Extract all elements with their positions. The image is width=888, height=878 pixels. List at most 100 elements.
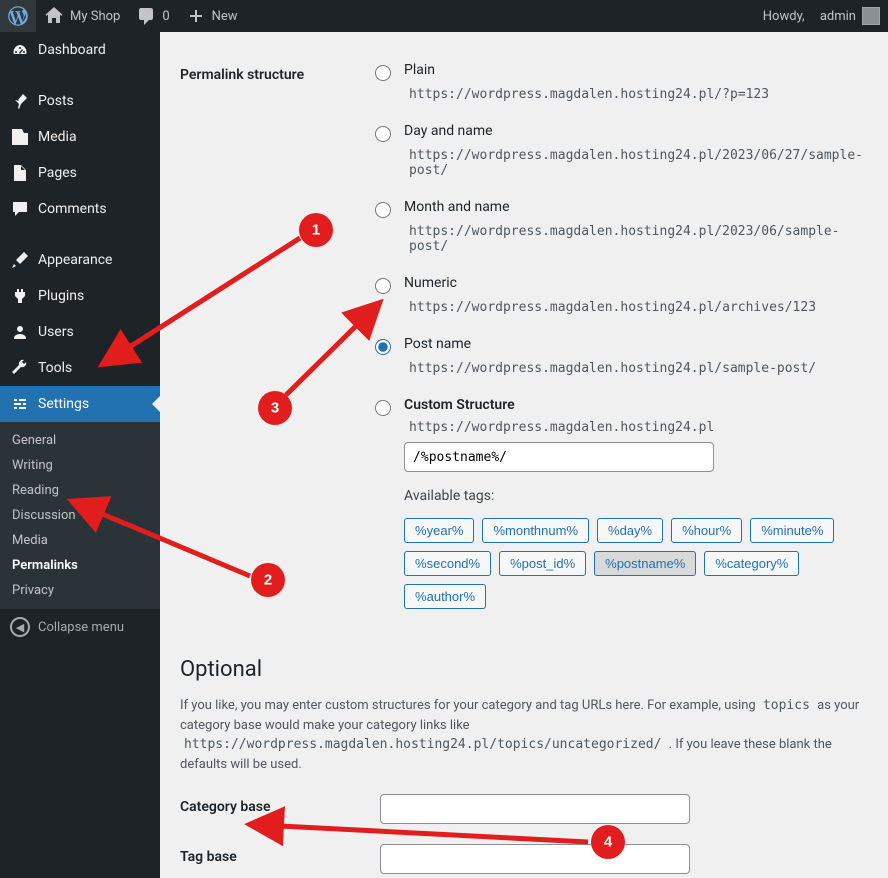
permalink-option-day-name-url: https://wordpress.magdalen.hosting24.pl/… [404,145,868,181]
dashboard-icon [10,40,30,60]
menu-dashboard-label: Dashboard [38,42,106,58]
optional-heading: Optional [180,657,868,682]
tag-base-input[interactable] [380,844,690,874]
permalink-radio-month-name[interactable] [375,202,391,218]
menu-posts-label: Posts [38,93,74,109]
permalink-option-month-name-label: Month and name [404,199,868,215]
permalink-radio-numeric[interactable] [375,278,391,294]
menu-users[interactable]: Users [0,314,160,350]
permalink-radio-day-name[interactable] [375,126,391,142]
submenu-discussion[interactable]: Discussion [0,503,160,528]
main-content: Permalink structure Plain https://wordpr… [160,32,888,878]
permalink-option-postname-label: Post name [404,336,868,352]
permalink-option-numeric-label: Numeric [404,275,868,291]
tag-button-second[interactable]: %second% [404,551,491,576]
comment-icon [136,6,156,26]
permalink-option-plain-label: Plain [404,62,868,78]
submenu-media[interactable]: Media [0,528,160,553]
tag-button-minute[interactable]: %minute% [750,518,834,543]
permalink-option-numeric[interactable]: Numeric https://wordpress.magdalen.hosti… [370,275,868,318]
wordpress-logo-icon [8,6,28,26]
permalink-custom-input[interactable] [404,442,714,472]
comments-count-text: 0 [162,9,169,24]
tag-button-author[interactable]: %author% [404,584,486,609]
media-icon [10,127,30,147]
submenu-privacy[interactable]: Privacy [0,578,160,603]
submenu-writing[interactable]: Writing [0,453,160,478]
tag-button-category[interactable]: %category% [704,551,799,576]
admin-toolbar: My Shop 0 New Howdy, admin [0,0,888,32]
howdy-prefix: Howdy, [763,9,805,24]
menu-tools[interactable]: Tools [0,350,160,386]
permalink-option-day-name-label: Day and name [404,123,868,139]
menu-pages-label: Pages [38,165,77,181]
menu-appearance[interactable]: Appearance [0,242,160,278]
permalink-option-plain[interactable]: Plain https://wordpress.magdalen.hosting… [370,62,868,105]
menu-settings[interactable]: Settings [0,386,160,422]
admin-sidebar: Dashboard Posts Media Pages Comments App… [0,32,160,878]
optional-description: If you like, you may enter custom struct… [180,696,868,774]
account-menu[interactable]: Howdy, admin [755,0,888,32]
permalink-option-postname-url: https://wordpress.magdalen.hosting24.pl/… [404,358,821,379]
sliders-icon [10,394,30,414]
tag-button-postname[interactable]: %postname% [594,551,696,576]
tag-button-hour[interactable]: %hour% [671,518,742,543]
menu-users-label: Users [38,324,74,340]
menu-comments[interactable]: Comments [0,191,160,227]
site-name-text: My Shop [70,9,120,24]
brush-icon [10,250,30,270]
plus-icon [186,6,206,26]
menu-settings-label: Settings [38,396,89,412]
category-base-input[interactable] [380,794,690,824]
permalink-radio-custom[interactable] [375,400,391,416]
permalink-option-postname[interactable]: Post name https://wordpress.magdalen.hos… [370,336,868,379]
permalink-option-day-name[interactable]: Day and name https://wordpress.magdalen.… [370,123,868,181]
tag-button-day[interactable]: %day% [597,518,663,543]
menu-plugins-label: Plugins [38,288,84,304]
users-icon [10,322,30,342]
permalink-structure-label: Permalink structure [180,62,370,83]
tag-base-label: Tag base [180,844,380,865]
permalink-radio-plain[interactable] [375,65,391,81]
submenu-general[interactable]: General [0,428,160,453]
comments-link[interactable]: 0 [128,0,177,32]
permalink-custom-base: https://wordpress.magdalen.hosting24.pl [404,417,719,438]
category-base-label: Category base [180,794,380,815]
collapse-menu[interactable]: ◀ Collapse menu [0,609,160,645]
comments-icon [10,199,30,219]
optional-desc-pre: If you like, you may enter custom struct… [180,698,759,713]
permalink-option-custom-label: Custom Structure [404,397,868,413]
home-icon [44,6,64,26]
menu-comments-label: Comments [38,201,107,217]
tag-button-year[interactable]: %year% [404,518,474,543]
new-text: New [212,9,238,24]
menu-tools-label: Tools [38,360,72,376]
available-tags-list: %year% %monthnum% %day% %hour% %minute% %seco… [404,518,868,609]
wp-logo-menu[interactable] [0,0,36,32]
tag-button-post_id[interactable]: %post_id% [499,551,586,576]
new-content-link[interactable]: New [178,0,246,32]
menu-media-label: Media [38,129,77,145]
available-tags-label: Available tags: [404,488,868,504]
permalink-option-numeric-url: https://wordpress.magdalen.hosting24.pl/… [404,297,821,318]
menu-dashboard[interactable]: Dashboard [0,32,160,68]
settings-submenu: General Writing Reading Discussion Media… [0,422,160,609]
permalink-option-custom[interactable]: Custom Structure https://wordpress.magda… [370,397,868,609]
optional-desc-topics: topics [759,697,814,714]
pages-icon [10,163,30,183]
menu-appearance-label: Appearance [38,252,112,268]
site-name-link[interactable]: My Shop [36,0,128,32]
submenu-permalinks[interactable]: Permalinks [0,553,160,578]
permalink-radio-postname[interactable] [375,339,391,355]
permalink-option-plain-url: https://wordpress.magdalen.hosting24.pl/… [404,84,774,105]
optional-desc-url: https://wordpress.magdalen.hosting24.pl/… [180,736,665,753]
permalink-option-month-name[interactable]: Month and name https://wordpress.magdale… [370,199,868,257]
permalink-option-month-name-url: https://wordpress.magdalen.hosting24.pl/… [404,221,868,257]
menu-pages[interactable]: Pages [0,155,160,191]
submenu-reading[interactable]: Reading [0,478,160,503]
menu-posts[interactable]: Posts [0,83,160,119]
pushpin-icon [10,91,30,111]
menu-plugins[interactable]: Plugins [0,278,160,314]
menu-media[interactable]: Media [0,119,160,155]
tag-button-monthnum[interactable]: %monthnum% [482,518,589,543]
